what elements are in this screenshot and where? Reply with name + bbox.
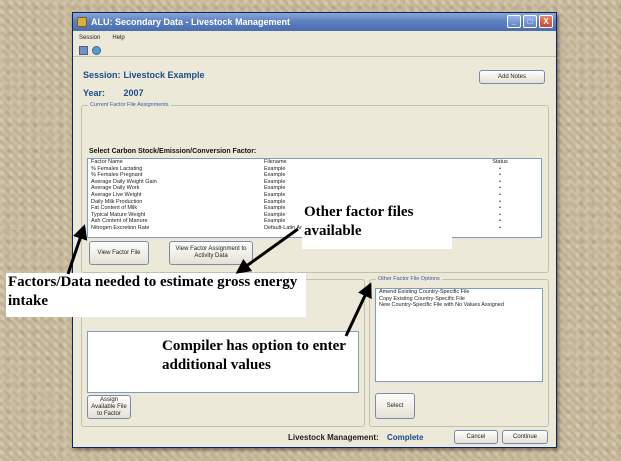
factor-status: • — [499, 172, 501, 179]
factor-name: Average Daily Weight Gain — [91, 178, 157, 185]
other-options-label: Other Factor File Options — [376, 276, 442, 282]
app-icon — [77, 17, 87, 27]
select-button[interactable]: Select — [375, 393, 415, 419]
factor-name: % Females Pregnant — [91, 172, 143, 179]
save-icon[interactable] — [79, 45, 88, 55]
factor-status: • — [499, 185, 501, 192]
factor-name: % Females Lactating — [91, 165, 143, 172]
menu-session[interactable]: Session — [79, 35, 100, 41]
table-row[interactable]: Average Live Weight Example • — [88, 192, 541, 199]
window-title: ALU: Secondary Data - Livestock Manageme… — [91, 17, 291, 27]
status-label: Livestock Management: — [288, 433, 379, 442]
factor-name: Typical Mature Weight — [91, 211, 146, 218]
close-button[interactable]: X — [539, 15, 553, 28]
table-row[interactable]: Average Daily Work Example • — [88, 185, 541, 192]
menu-help[interactable]: Help — [112, 35, 124, 41]
header-factor-name: Factor Name — [91, 159, 123, 165]
factor-name: Average Live Weight — [91, 191, 142, 198]
assign-file-button[interactable]: Assign Available File to Factor — [87, 395, 131, 419]
factor-status: • — [499, 178, 501, 185]
factor-name: Nitrogen Excretion Rate — [91, 224, 150, 231]
continue-button[interactable]: Continue — [502, 430, 548, 444]
cancel-button[interactable]: Cancel — [454, 430, 498, 444]
factor-name: Daily Milk Production — [91, 198, 143, 205]
add-notes-button[interactable]: Add Notes — [479, 70, 545, 84]
table-row[interactable]: % Females Lactating Example • — [88, 166, 541, 173]
session-value: Livestock Example — [123, 70, 205, 80]
annotation-factors-needed: Factors/Data needed to estimate gross en… — [6, 273, 306, 317]
session-label: Session: — [83, 70, 121, 80]
minimize-button[interactable]: _ — [507, 15, 521, 28]
factor-status: • — [499, 191, 501, 198]
factor-filename: Example — [264, 172, 286, 179]
factor-status: • — [499, 205, 501, 212]
menu-bar: Session Help — [73, 31, 556, 44]
view-factor-file-button[interactable]: View Factor File — [89, 241, 149, 265]
toolbar — [73, 44, 556, 57]
annotation-other-files: Other factor files available — [302, 203, 452, 249]
title-bar[interactable]: ALU: Secondary Data - Livestock Manageme… — [73, 13, 556, 31]
factor-filename: Example — [264, 185, 286, 192]
other-options-list[interactable]: Amend Existing Country-Specific File Cop… — [375, 288, 543, 382]
factor-name: Ash Content of Manure — [91, 218, 148, 225]
header-status: Status — [492, 159, 508, 165]
factor-filename: Example — [264, 191, 286, 198]
year-label: Year: — [83, 88, 106, 98]
maximize-button[interactable]: □ — [523, 15, 537, 28]
factor-filename: Example — [264, 178, 286, 185]
factor-filename: Example — [264, 165, 286, 172]
list-item[interactable]: New Country-Specific File with No Values… — [376, 302, 542, 309]
status-value: Complete — [386, 433, 424, 442]
factor-status: • — [499, 198, 501, 205]
factor-status: • — [499, 224, 501, 231]
year-line: Year: 2007 — [83, 88, 144, 98]
status-line: Livestock Management: Complete — [288, 433, 423, 442]
factor-table-header: Factor Name Filename Status — [88, 159, 541, 166]
table-row[interactable]: % Females Pregnant Example • — [88, 172, 541, 179]
session-line: Session: Livestock Example — [83, 70, 205, 80]
select-factor-heading: Select Carbon Stock/Emission/Conversion … — [89, 148, 257, 155]
annotation-compiler: Compiler has option to enter additional … — [162, 338, 346, 373]
current-assignments-label: Current Factor File Assignments — [88, 102, 171, 108]
header-filename: Filename — [264, 159, 287, 165]
factor-status: • — [499, 211, 501, 218]
year-value: 2007 — [123, 88, 144, 98]
view-factor-assignment-button[interactable]: View Factor Assignment to Activity Data — [169, 241, 253, 265]
factor-name: Average Daily Work — [91, 185, 140, 192]
factor-name: Fat Content of Milk — [91, 205, 138, 212]
help-icon[interactable] — [92, 45, 101, 55]
factor-status: • — [499, 165, 501, 172]
factor-status: • — [499, 218, 501, 225]
table-row[interactable]: Average Daily Weight Gain Example • — [88, 179, 541, 186]
